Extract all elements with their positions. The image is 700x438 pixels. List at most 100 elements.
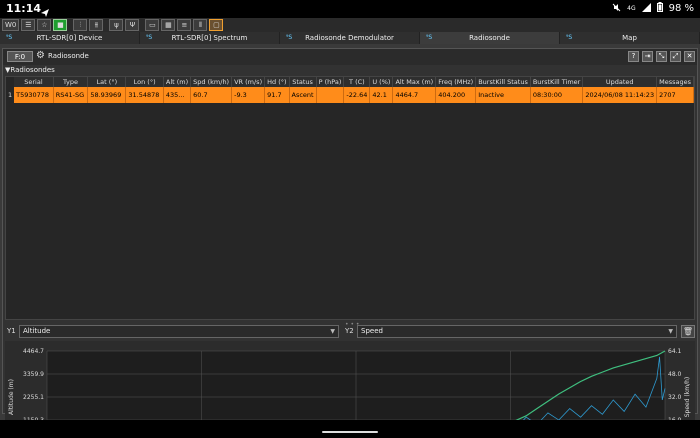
chevron-down-icon: ▼ [330, 328, 335, 335]
close-icon[interactable]: ✕ [684, 51, 695, 62]
cell-messages[interactable]: 2707 [656, 87, 694, 103]
row-number: 1 [6, 87, 15, 103]
column-header[interactable]: Alt (m) [163, 77, 192, 87]
column-header[interactable]: T (C) [343, 77, 371, 87]
column-header[interactable]: Freq (MHz) [435, 77, 477, 87]
clock: 11:14 [6, 2, 42, 15]
trash-icon[interactable]: 🗑 [681, 325, 695, 338]
radiosondes-table[interactable]: Serial Type Lat (°) Lon (°) Alt (m) Spd … [5, 76, 695, 320]
column-header[interactable]: BurstKill Timer [530, 77, 584, 87]
left-tick-label: 3359.9 [23, 371, 44, 378]
cell-heading[interactable]: 91.7 [264, 87, 290, 103]
column-header[interactable]: Messages [656, 77, 694, 87]
cell-freq[interactable]: 404.200 [435, 87, 477, 103]
right-tick-label: 64.1 [668, 348, 682, 355]
table-header-row: Serial Type Lat (°) Lon (°) Alt (m) Spd … [6, 77, 694, 87]
row-number-header [6, 77, 15, 87]
cell-serial[interactable]: T5930778 [14, 87, 54, 103]
column-header[interactable]: Status [289, 77, 317, 87]
main-toolbar: W0 ☰ ☆ ■ ⫶ ⫵ ψ Ψ ▭ ▦ ≡ ⫴ ▢ [0, 18, 700, 32]
cell-burstkill-status[interactable]: Inactive [475, 87, 531, 103]
column-header[interactable]: Type [53, 77, 89, 87]
cell-status[interactable]: Ascent [289, 87, 317, 103]
panel-header: F:0 ⚙ Radiosonde ? ⇥ ⤡ ⤢ ✕ [3, 49, 697, 65]
device-button[interactable]: F:0 [7, 51, 33, 62]
section-header[interactable]: ▼Radiosondes [5, 66, 55, 74]
cell-lat[interactable]: 58.93969 [87, 87, 127, 103]
cell-updated[interactable]: 2024/06/08 11:14:23 [582, 87, 658, 103]
section-title: Radiosondes [10, 66, 55, 74]
column-header[interactable]: Serial [14, 77, 54, 87]
panel-title: Radiosonde [48, 52, 89, 60]
signal-icon [641, 2, 651, 15]
battery-percent: 98 % [668, 3, 694, 14]
chevron-down-icon: ▼ [668, 328, 673, 335]
grid-icon[interactable]: ▦ [161, 19, 176, 31]
sliders-icon[interactable]: ⫶ [73, 19, 88, 31]
column-header[interactable]: Lon (°) [125, 77, 164, 87]
column-header[interactable]: Alt Max (m) [392, 77, 437, 87]
mute-icon [612, 3, 621, 15]
cell-type[interactable]: RS41-SG [53, 87, 89, 103]
left-axis-label: Altitude (m) [8, 379, 15, 415]
shrink-icon[interactable]: ⤡ [656, 51, 667, 62]
table-row[interactable]: 1 T5930778 RS41-SG 58.93969 31.54878 435… [6, 87, 694, 103]
right-tick-label: 32.0 [668, 394, 682, 401]
right-axis-label: Speed (km/h) [684, 377, 691, 418]
column-header[interactable]: P (hPa) [316, 77, 345, 87]
y2-label: Y2 [345, 327, 354, 335]
radiosonde-panel: F:0 ⚙ Radiosonde ? ⇥ ⤡ ⤢ ✕ ▼Radiosondes … [2, 48, 698, 438]
move-icon[interactable]: ⇥ [642, 51, 653, 62]
column-header[interactable]: U (%) [369, 77, 394, 87]
cell-vr[interactable]: -9.3 [231, 87, 266, 103]
sliders-alt-icon[interactable]: ⫵ [89, 19, 104, 31]
cell-burstkill-timer[interactable]: 08:30:00 [530, 87, 584, 103]
sdrangel-window: W0 ☰ ☆ ■ ⫶ ⫵ ψ Ψ ▭ ▦ ≡ ⫴ ▢ ⁹S RTL-SDR[0] … [0, 18, 700, 438]
cell-humidity[interactable]: 42.1 [369, 87, 394, 103]
tab-demodulator[interactable]: ⁹S Radiosonde Demodulator [280, 32, 420, 44]
menu-icon[interactable]: ☰ [21, 19, 36, 31]
column-header[interactable]: Spd (km/h) [190, 77, 233, 87]
column-header[interactable]: Lat (°) [87, 77, 127, 87]
android-nav-bar [0, 420, 700, 438]
left-tick-label: 2255.1 [23, 394, 44, 401]
column-header[interactable]: VR (m/s) [231, 77, 266, 87]
tab-spectrum[interactable]: ⁹S RTL-SDR[0] Spectrum [140, 32, 280, 44]
y1-select[interactable]: Altitude ▼ [19, 325, 339, 338]
cell-alt[interactable]: 435... [163, 87, 192, 103]
y2-select[interactable]: Speed ▼ [357, 325, 677, 338]
right-tick-label: 48.0 [668, 371, 682, 378]
panel-icon[interactable]: ▢ [209, 19, 224, 31]
network-label: 4G [627, 5, 636, 12]
rows-icon[interactable]: ≡ [177, 19, 192, 31]
tab-device[interactable]: ⁹S RTL-SDR[0] Device [0, 32, 140, 44]
y1-label: Y1 [7, 327, 16, 335]
antenna-icon[interactable]: ψ [109, 19, 124, 31]
workspace-tabs: ⁹S RTL-SDR[0] Device ⁹S RTL-SDR[0] Spectru… [0, 32, 700, 44]
column-header[interactable]: BurstKill Status [475, 77, 531, 87]
cell-lon[interactable]: 31.54878 [125, 87, 164, 103]
gear-icon[interactable]: ⚙ [36, 50, 45, 61]
cell-temp[interactable]: -22.64 [343, 87, 371, 103]
cell-speed[interactable]: 60.7 [190, 87, 233, 103]
column-header[interactable]: Updated [582, 77, 658, 87]
help-icon[interactable]: ? [628, 51, 639, 62]
cell-alt-max[interactable]: 4464.7 [392, 87, 437, 103]
star-icon[interactable]: ☆ [37, 19, 52, 31]
left-tick-label: 4464.7 [23, 348, 44, 355]
window-icon[interactable]: ▭ [145, 19, 160, 31]
tab-map[interactable]: ⁹S Map [560, 32, 700, 44]
plot-series-selector: Y1 Altitude ▼ Y2 Speed ▼ 🗑 [5, 325, 695, 339]
android-status-bar: 11:14 4G 98 % [0, 0, 700, 18]
cell-pressure[interactable] [316, 87, 345, 103]
maximize-icon[interactable]: ⤢ [670, 51, 681, 62]
y1-select-value: Altitude [23, 327, 51, 335]
stop-icon[interactable]: ■ [53, 19, 68, 31]
columns-icon[interactable]: ⫴ [193, 19, 208, 31]
y2-select-value: Speed [361, 327, 383, 335]
home-gesture-bar[interactable] [322, 431, 378, 433]
workspace-button[interactable]: W0 [2, 19, 20, 31]
tab-radiosonde[interactable]: ⁹S Radiosonde [420, 32, 560, 44]
column-header[interactable]: Hd (°) [264, 77, 290, 87]
antenna-alt-icon[interactable]: Ψ [125, 19, 140, 31]
